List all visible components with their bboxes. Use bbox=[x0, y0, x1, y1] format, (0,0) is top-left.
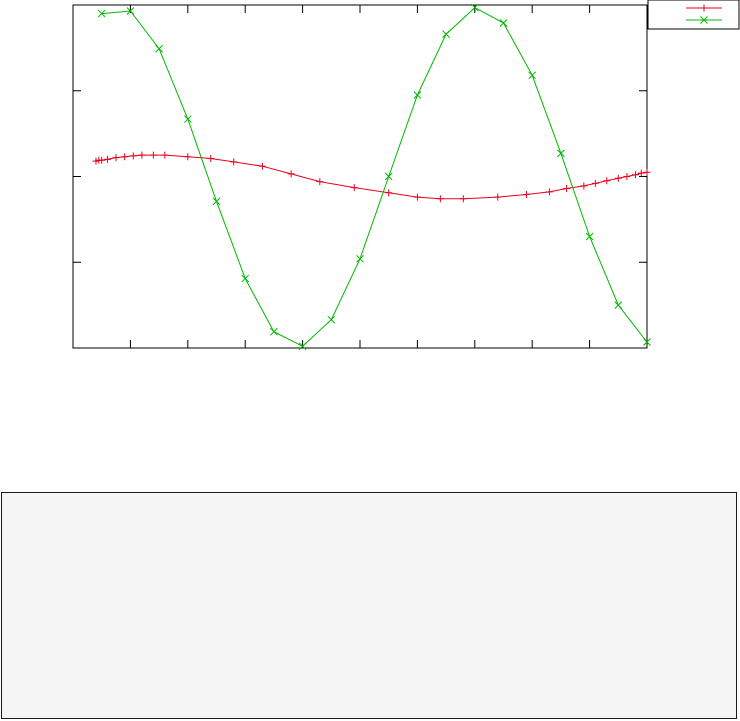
series-line bbox=[95, 154, 648, 200]
line-chart bbox=[0, 0, 740, 360]
data-point-plus bbox=[545, 188, 553, 196]
data-point-cross bbox=[614, 301, 623, 309]
data-point-plus bbox=[580, 182, 588, 190]
data-point-cross bbox=[212, 197, 221, 206]
series-2 bbox=[97, 3, 651, 351]
data-point-plus bbox=[632, 171, 640, 179]
legend-box bbox=[647, 0, 740, 30]
plot-area bbox=[72, 4, 648, 349]
data-point-plus bbox=[494, 193, 502, 201]
data-point-plus bbox=[149, 151, 157, 159]
data-point-plus bbox=[614, 174, 622, 182]
data-point-plus bbox=[103, 155, 111, 163]
data-point-cross bbox=[384, 172, 393, 181]
data-point-plus bbox=[413, 193, 421, 201]
data-point-plus bbox=[591, 179, 599, 187]
data-point-plus bbox=[287, 170, 295, 178]
data-point-plus bbox=[643, 168, 651, 176]
plot-border bbox=[72, 4, 648, 349]
data-point-cross bbox=[528, 71, 537, 80]
data-point-plus bbox=[637, 169, 645, 177]
data-point-plus bbox=[316, 178, 324, 186]
data-point-cross bbox=[155, 44, 163, 53]
data-point-cross bbox=[241, 274, 250, 283]
legend bbox=[647, 0, 740, 30]
data-point-plus bbox=[522, 191, 530, 199]
data-point-plus bbox=[112, 154, 120, 162]
data-point-plus bbox=[129, 152, 137, 160]
data-point-cross bbox=[557, 149, 565, 158]
data-point-plus bbox=[184, 153, 192, 161]
text-output-panel[interactable] bbox=[1, 492, 737, 719]
data-point-plus bbox=[161, 151, 169, 159]
series-line bbox=[101, 6, 648, 347]
data-point-cross bbox=[356, 254, 364, 263]
data-point-cross bbox=[499, 19, 508, 27]
data-point-cross bbox=[413, 91, 422, 99]
data-point-cross bbox=[183, 115, 192, 123]
data-point-plus bbox=[459, 195, 467, 203]
data-point-plus bbox=[230, 158, 238, 166]
data-point-plus bbox=[121, 153, 129, 161]
data-point-plus bbox=[623, 173, 631, 180]
data-point-plus bbox=[563, 185, 571, 193]
data-point-cross bbox=[585, 232, 594, 241]
data-point-plus bbox=[258, 162, 266, 170]
data-point-cross bbox=[270, 327, 278, 336]
data-point-plus bbox=[138, 151, 146, 159]
data-point-plus bbox=[350, 184, 358, 192]
series-1 bbox=[92, 151, 651, 203]
text-output-content bbox=[2, 493, 736, 513]
data-point-cross bbox=[442, 30, 450, 39]
series-layer bbox=[92, 3, 651, 351]
data-point-plus bbox=[436, 195, 444, 203]
data-point-plus bbox=[385, 189, 393, 197]
data-point-cross bbox=[327, 315, 336, 324]
data-point-plus bbox=[603, 177, 611, 185]
chart-canvas bbox=[72, 0, 740, 351]
data-point-plus bbox=[207, 154, 215, 162]
